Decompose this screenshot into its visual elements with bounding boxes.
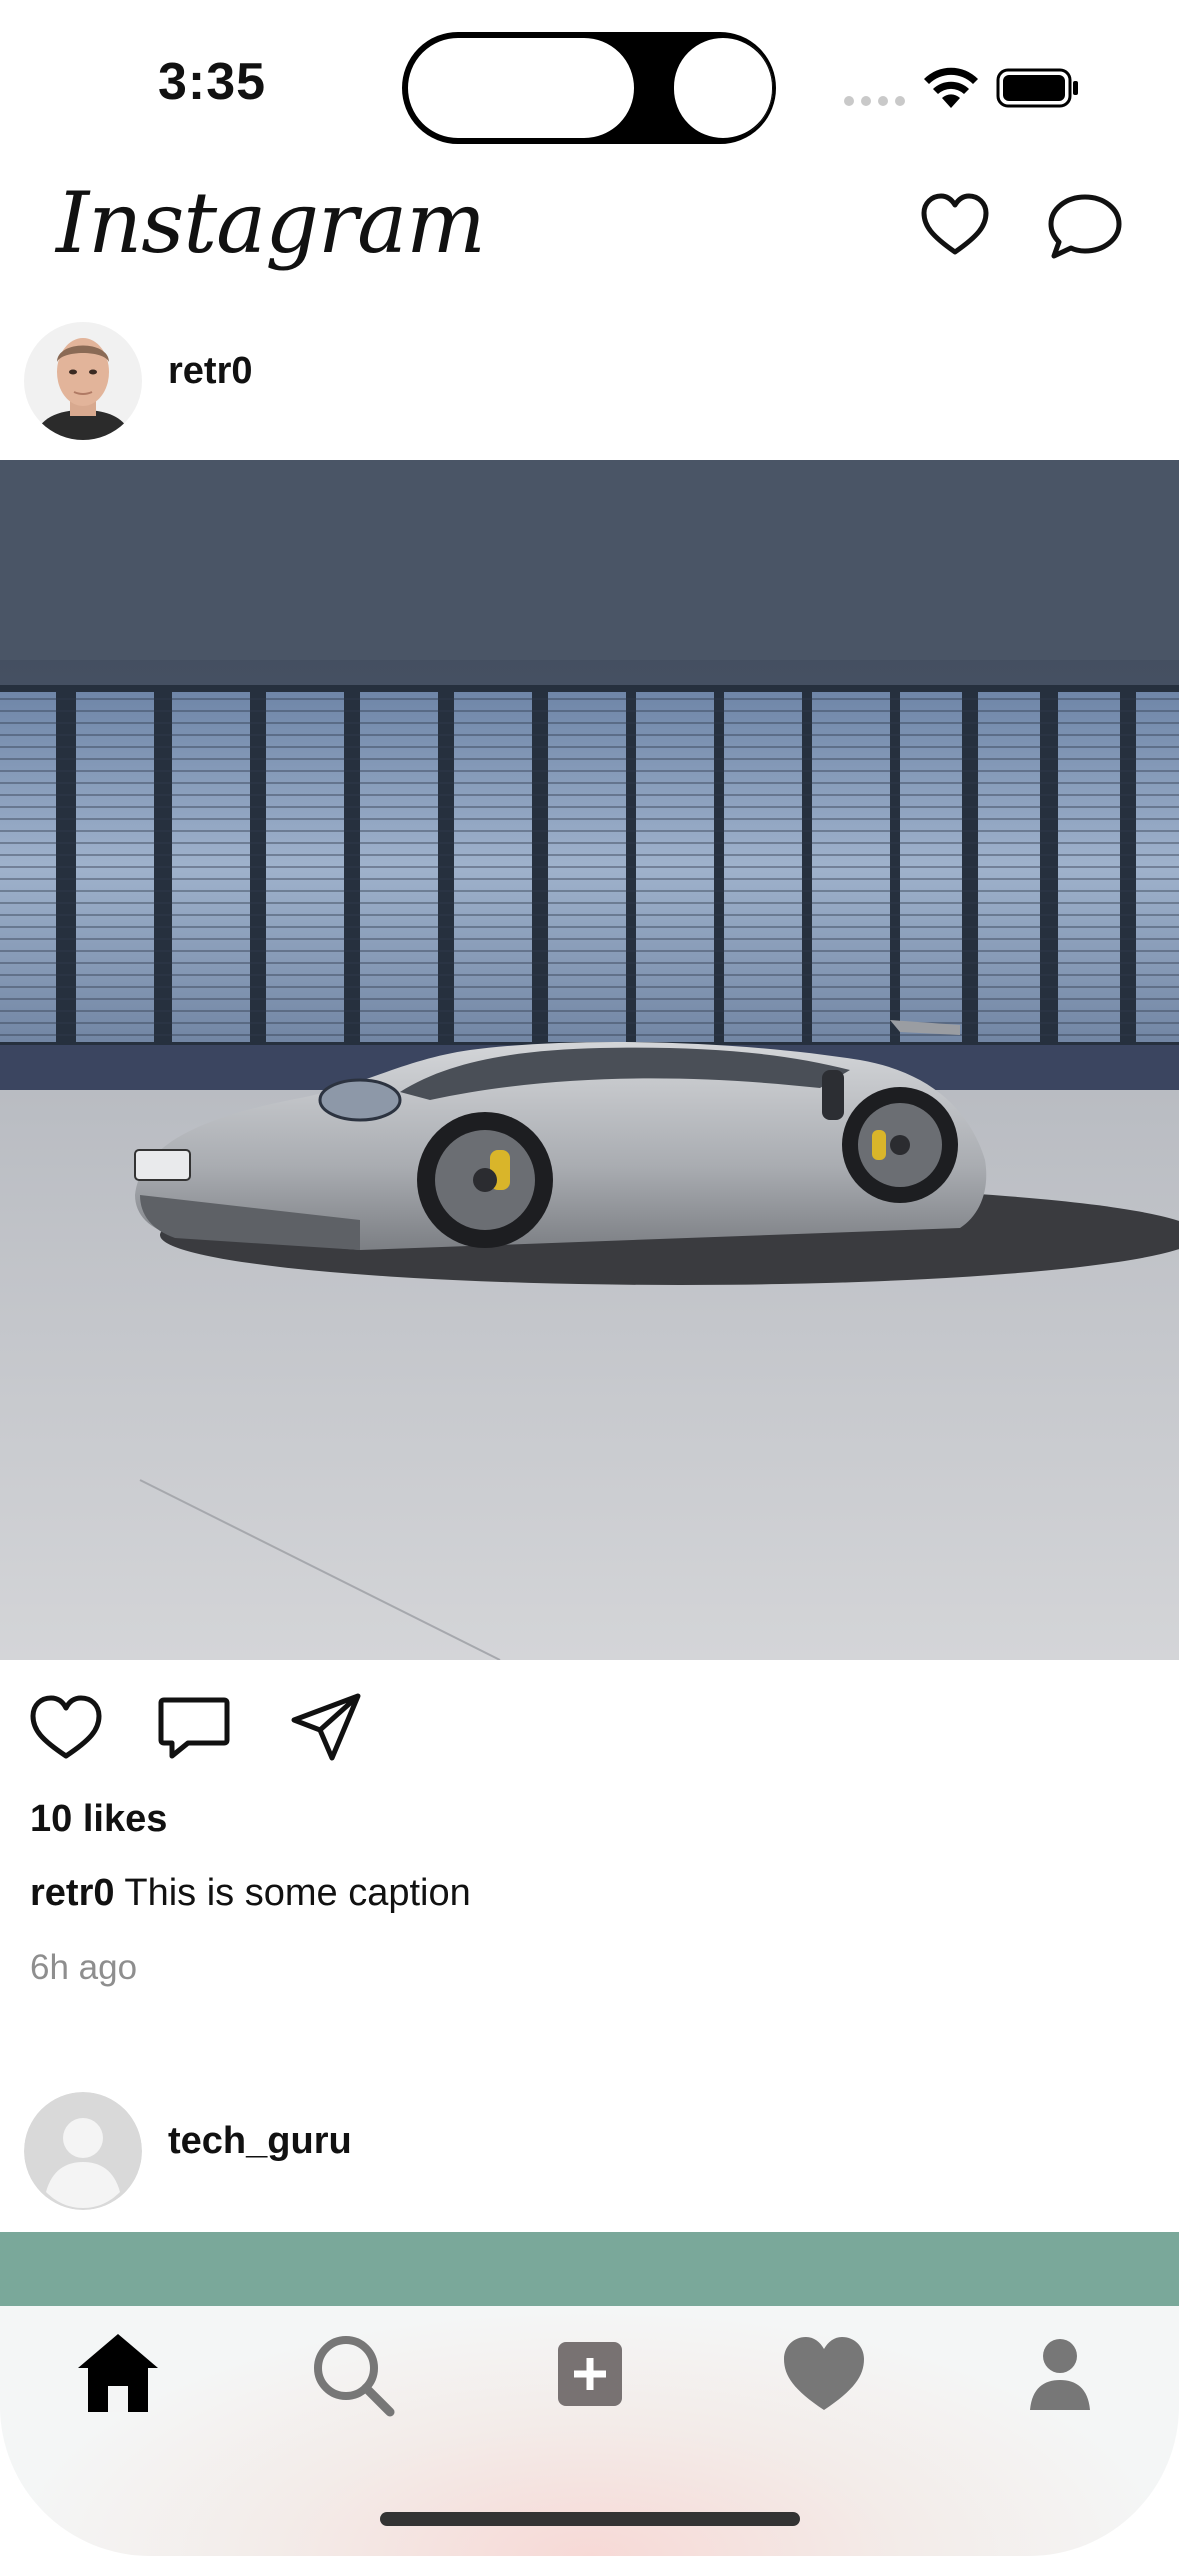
- like-count[interactable]: 10 likes: [30, 1798, 167, 1841]
- post-username[interactable]: retr0: [168, 350, 253, 393]
- post-image[interactable]: [0, 460, 1179, 1660]
- post-timestamp: 6h ago: [30, 1948, 138, 1987]
- activity-heart-icon[interactable]: [774, 2324, 874, 2424]
- comment-icon[interactable]: [156, 1690, 232, 1766]
- battery-icon: [996, 68, 1078, 108]
- messenger-icon[interactable]: [1046, 192, 1124, 262]
- screen: 3:35 Instagram retr0 10 likes retr0 This…: [0, 0, 1179, 2556]
- wifi-icon: [924, 67, 978, 108]
- post-header[interactable]: retr0: [0, 310, 1179, 450]
- caption-text: This is some caption: [124, 1872, 471, 1914]
- post-actions: [0, 1690, 1179, 1780]
- app-header: Instagram: [0, 170, 1179, 310]
- post-header[interactable]: tech_guru: [0, 2080, 1179, 2220]
- post-caption: retr0 This is some caption: [30, 1872, 471, 1915]
- status-time: 3:35: [158, 53, 267, 111]
- heart-icon[interactable]: [920, 192, 990, 258]
- share-send-icon[interactable]: [288, 1690, 364, 1766]
- cellular-signal-icon: [844, 96, 905, 106]
- profile-icon[interactable]: [1010, 2324, 1110, 2424]
- caption-username[interactable]: retr0: [30, 1872, 115, 1914]
- add-post-icon[interactable]: [540, 2324, 640, 2424]
- home-indicator: [380, 2512, 800, 2526]
- instagram-logo: Instagram: [56, 174, 486, 272]
- avatar-placeholder-icon[interactable]: [24, 2092, 142, 2210]
- status-bar: 3:35: [0, 0, 1179, 170]
- home-icon[interactable]: [68, 2324, 168, 2424]
- dynamic-island: [402, 32, 776, 144]
- avatar[interactable]: [24, 322, 142, 440]
- post-username[interactable]: tech_guru: [168, 2120, 352, 2163]
- search-icon[interactable]: [302, 2324, 402, 2424]
- like-heart-icon[interactable]: [28, 1690, 104, 1766]
